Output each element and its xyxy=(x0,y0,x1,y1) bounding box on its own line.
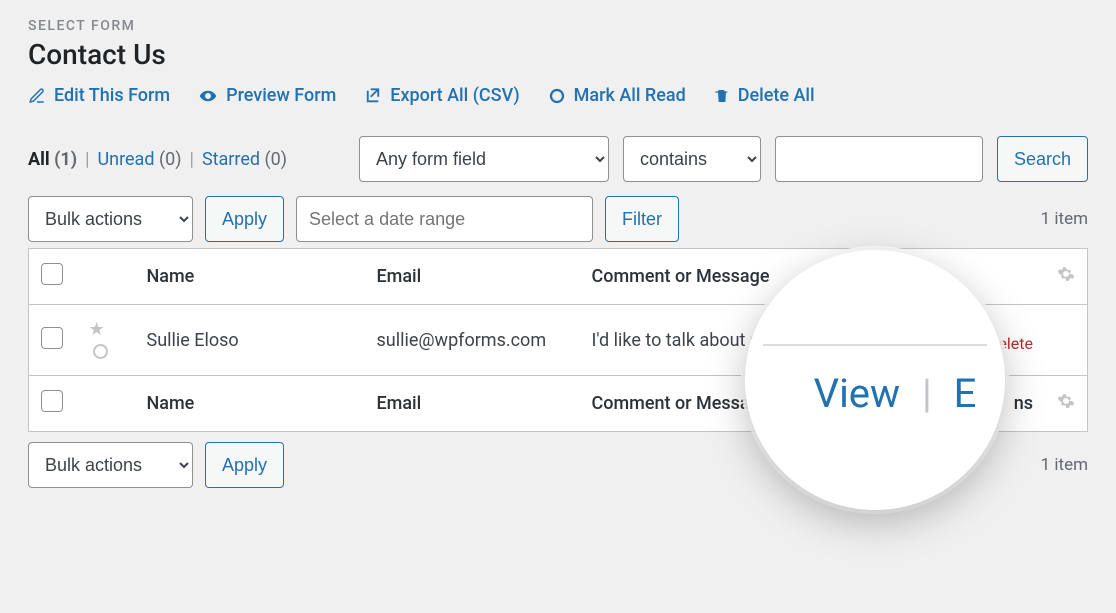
bulk-top-row: Bulk actions Apply Filter 1 item xyxy=(28,196,1088,242)
col-name-footer[interactable]: Name xyxy=(135,376,365,432)
export-icon xyxy=(364,87,382,105)
zoom-magnifier: View | E xyxy=(745,250,1005,510)
items-count-bottom: 1 item xyxy=(1041,455,1088,475)
zoom-view-link[interactable]: View xyxy=(814,370,900,417)
star-icon[interactable]: ★ xyxy=(89,319,105,340)
row-name: Sullie Eloso xyxy=(147,330,353,351)
field-select[interactable]: Any form field xyxy=(359,136,609,182)
edit-form-link[interactable]: Edit This Form xyxy=(28,85,170,106)
zoom-edit-partial[interactable]: E xyxy=(954,370,977,417)
row-checkbox[interactable] xyxy=(41,327,63,349)
filter-starred[interactable]: Starred (0) xyxy=(202,149,287,170)
filter-unread[interactable]: Unread (0) xyxy=(97,149,181,170)
filter-all-count: (1) xyxy=(54,149,77,170)
action-bar: Edit This Form Preview Form Export All (… xyxy=(28,85,1088,106)
bulk-actions-select-bottom[interactable]: Bulk actions xyxy=(28,442,193,488)
row-email: sullie@wpforms.com xyxy=(365,305,580,376)
separator: | xyxy=(85,149,89,170)
gear-icon[interactable] xyxy=(1057,267,1075,288)
gear-icon[interactable] xyxy=(1057,394,1075,415)
preview-form-label: Preview Form xyxy=(226,85,336,106)
select-all-bottom[interactable] xyxy=(41,390,63,412)
delete-all-link[interactable]: Delete All xyxy=(714,85,815,106)
page-title: Contact Us xyxy=(28,38,1088,71)
filters-row: All (1) | Unread (0) | Starred (0) Any f… xyxy=(28,136,1088,182)
export-all-link[interactable]: Export All (CSV) xyxy=(364,85,519,106)
select-all-top[interactable] xyxy=(41,263,63,285)
trash-icon xyxy=(714,87,730,105)
search-input[interactable] xyxy=(775,136,983,182)
mark-all-read-link[interactable]: Mark All Read xyxy=(548,85,686,106)
eye-icon xyxy=(198,87,218,105)
filter-starred-label: Starred xyxy=(202,149,260,170)
col-email[interactable]: Email xyxy=(365,249,580,305)
items-count-top: 1 item xyxy=(1041,209,1088,229)
row-indicators: ★ xyxy=(77,305,135,376)
zoom-separator: | xyxy=(910,370,944,417)
col-email-footer[interactable]: Email xyxy=(365,376,580,432)
edit-form-label: Edit This Form xyxy=(54,85,170,106)
filter-all[interactable]: All (1) xyxy=(28,149,77,170)
delete-all-label: Delete All xyxy=(738,85,815,106)
export-all-label: Export All (CSV) xyxy=(390,85,519,106)
bulk-actions-select-top[interactable]: Bulk actions xyxy=(28,196,193,242)
apply-button-bottom[interactable]: Apply xyxy=(205,442,284,488)
status-filter: All (1) | Unread (0) | Starred (0) xyxy=(28,149,287,170)
filter-unread-label: Unread xyxy=(97,149,154,170)
filter-unread-count: (0) xyxy=(159,149,182,170)
col-name[interactable]: Name xyxy=(135,249,365,305)
filter-button[interactable]: Filter xyxy=(605,196,679,242)
preview-form-link[interactable]: Preview Form xyxy=(198,85,336,106)
zoom-content: View | E xyxy=(745,370,1005,417)
operator-select[interactable]: contains xyxy=(623,136,761,182)
read-status-icon[interactable] xyxy=(93,344,108,359)
separator: | xyxy=(190,149,194,170)
mark-all-read-label: Mark All Read xyxy=(574,85,686,106)
circle-icon xyxy=(548,87,566,105)
pencil-icon xyxy=(28,87,46,105)
filter-starred-count: (0) xyxy=(265,149,288,170)
date-range-input[interactable] xyxy=(296,196,593,242)
select-form-label: SELECT FORM xyxy=(28,18,1088,34)
search-button[interactable]: Search xyxy=(997,136,1088,182)
filter-all-label: All xyxy=(28,149,50,170)
zoom-divider xyxy=(763,344,987,346)
apply-button-top[interactable]: Apply xyxy=(205,196,284,242)
